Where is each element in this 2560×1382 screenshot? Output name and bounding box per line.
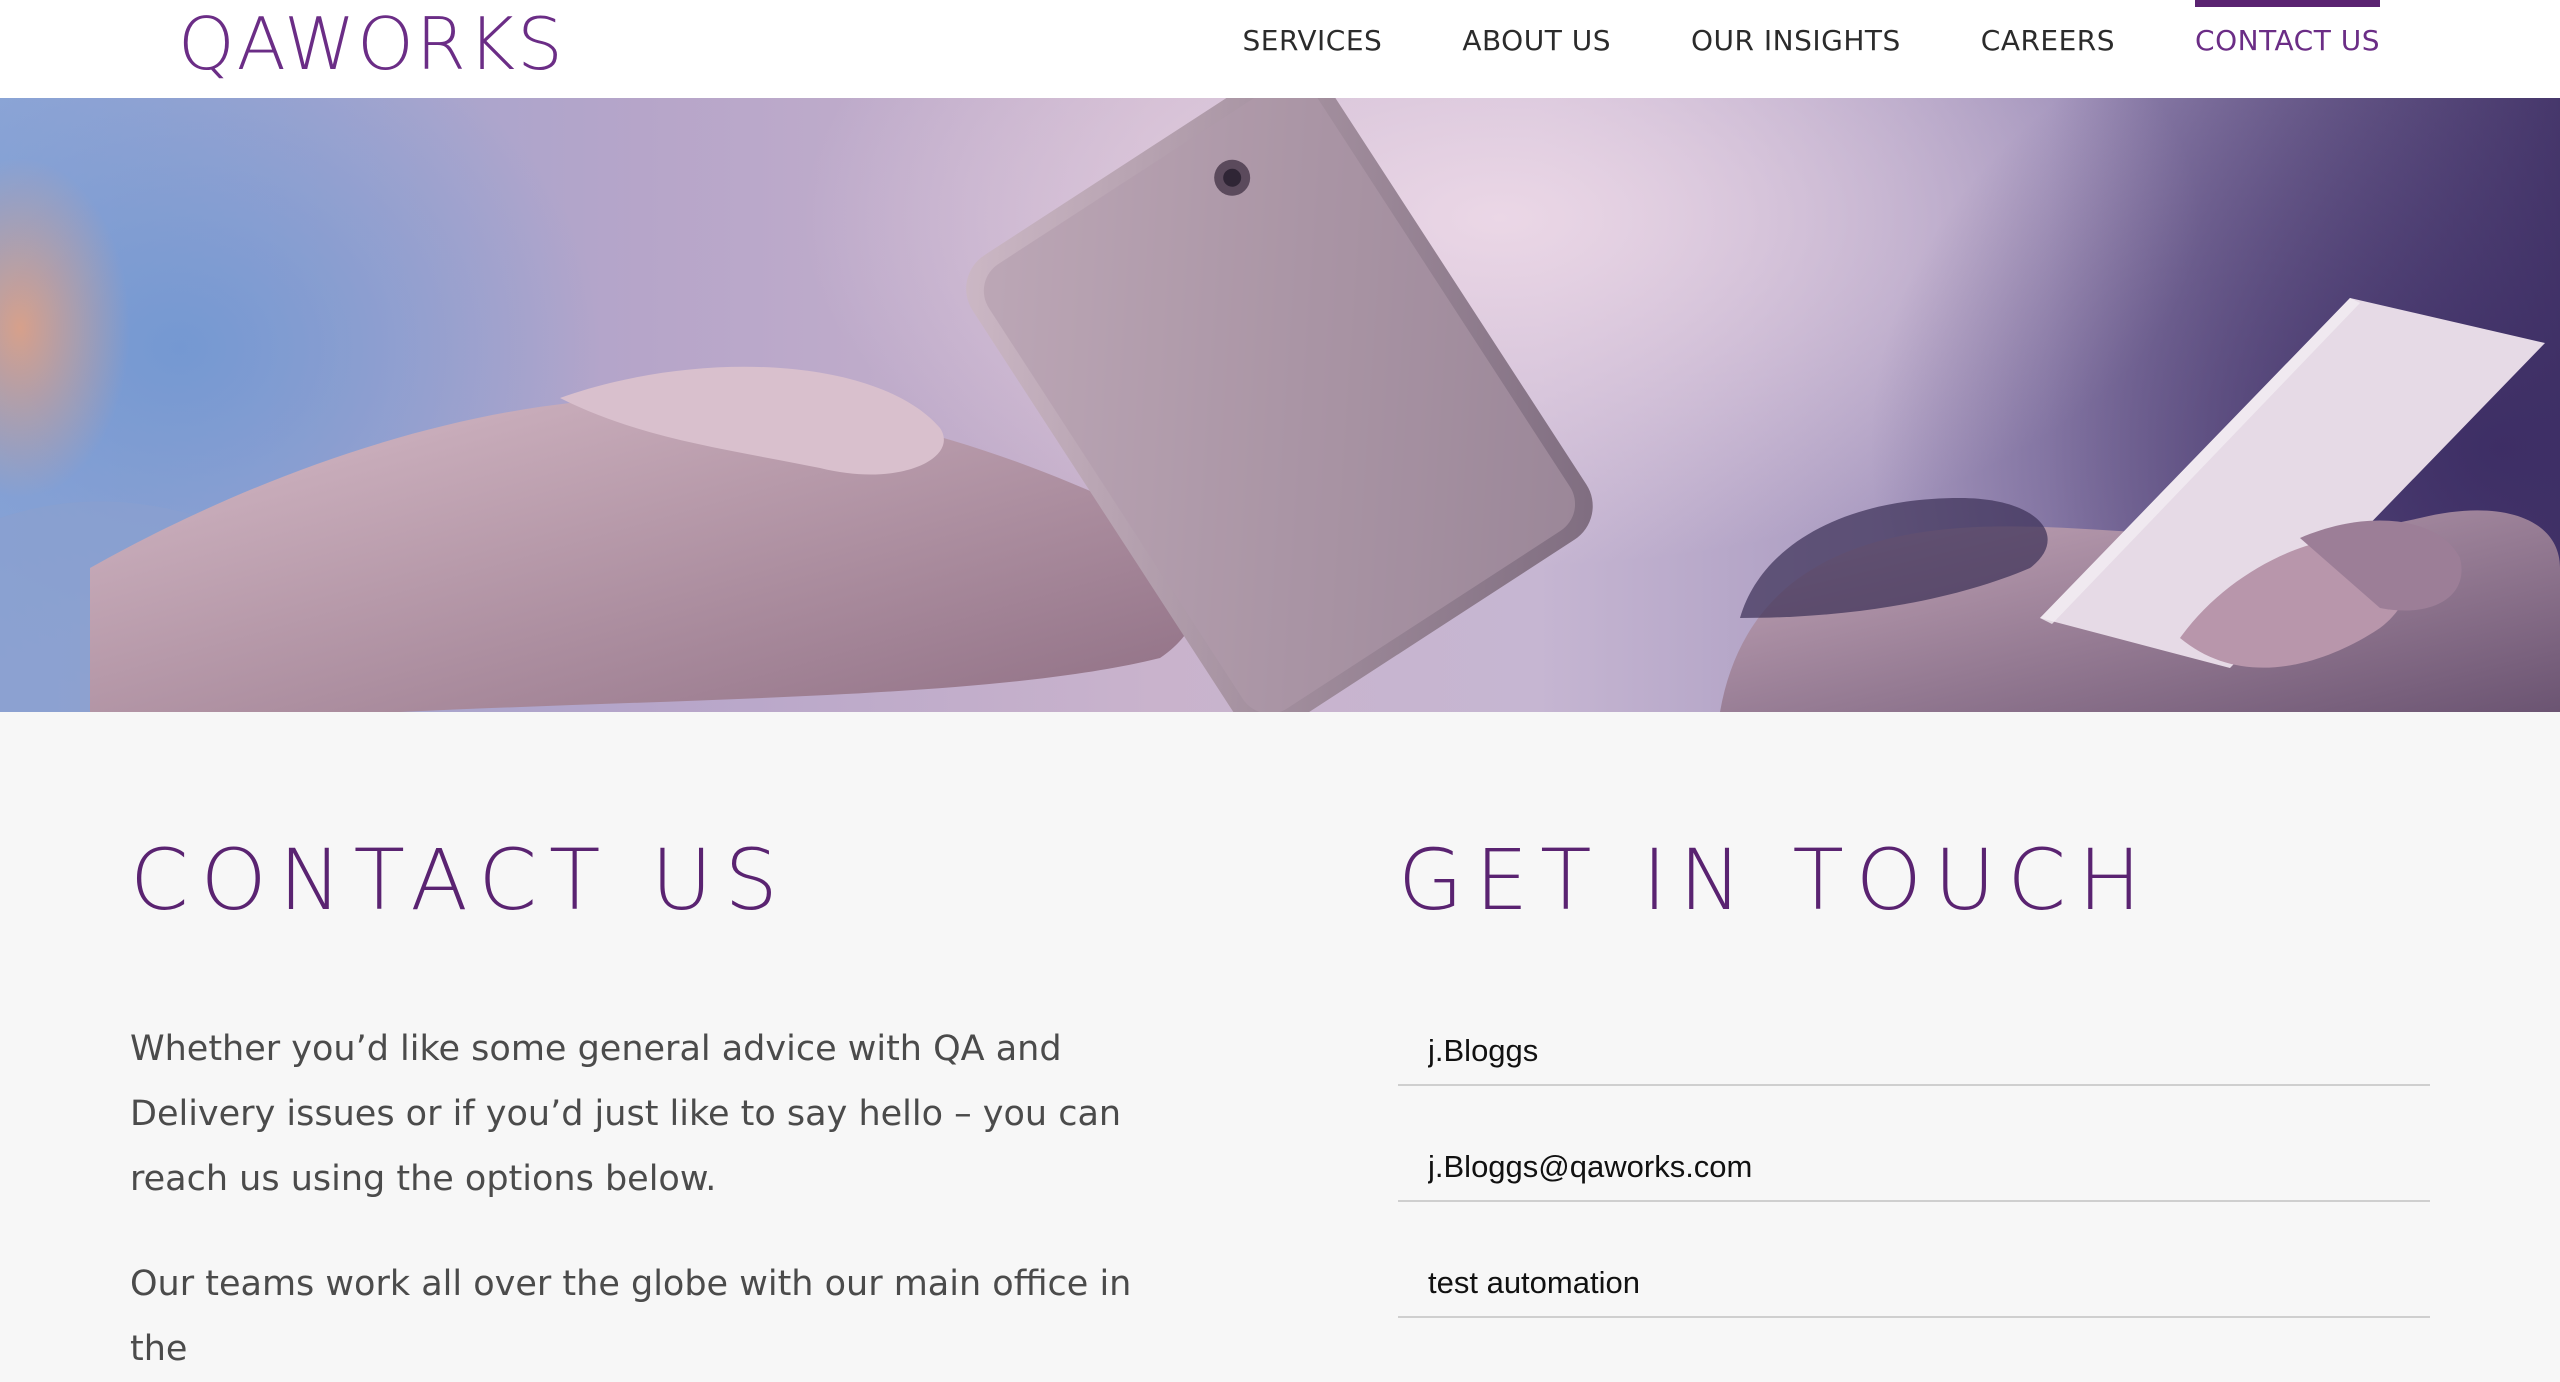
contact-heading: CONTACT US [130,831,790,929]
hero-image [0,98,2560,712]
nav-item-about-us[interactable]: ABOUT US [1462,0,1611,98]
nav-item-services[interactable]: SERVICES [1242,0,1382,98]
email-input[interactable] [1398,1106,2430,1202]
nav-item-contact-us[interactable]: CONTACT US [2195,0,2380,98]
nav-item-careers[interactable]: CAREERS [1981,0,2115,98]
qaworks-logo[interactable]: QAWORKS [178,4,565,84]
name-input[interactable] [1398,990,2430,1086]
main-nav: SERVICES ABOUT US OUR INSIGHTS CAREERS C… [1162,0,2380,98]
form-heading: GET IN TOUCH [1398,831,2154,929]
contact-office-text: Our teams work all over the globe with o… [130,1264,1132,1369]
message-input[interactable] [1398,1222,2430,1318]
main-content: CONTACT US Whether you’d like some gener… [0,712,2560,1369]
nav-item-our-insights[interactable]: OUR INSIGHTS [1691,0,1901,98]
contact-intro-text: Whether you’d like some general advice w… [130,1029,1122,1199]
hero-illustration [0,98,2560,712]
site-header: QAWORKS SERVICES ABOUT US OUR INSIGHTS C… [0,0,2560,98]
